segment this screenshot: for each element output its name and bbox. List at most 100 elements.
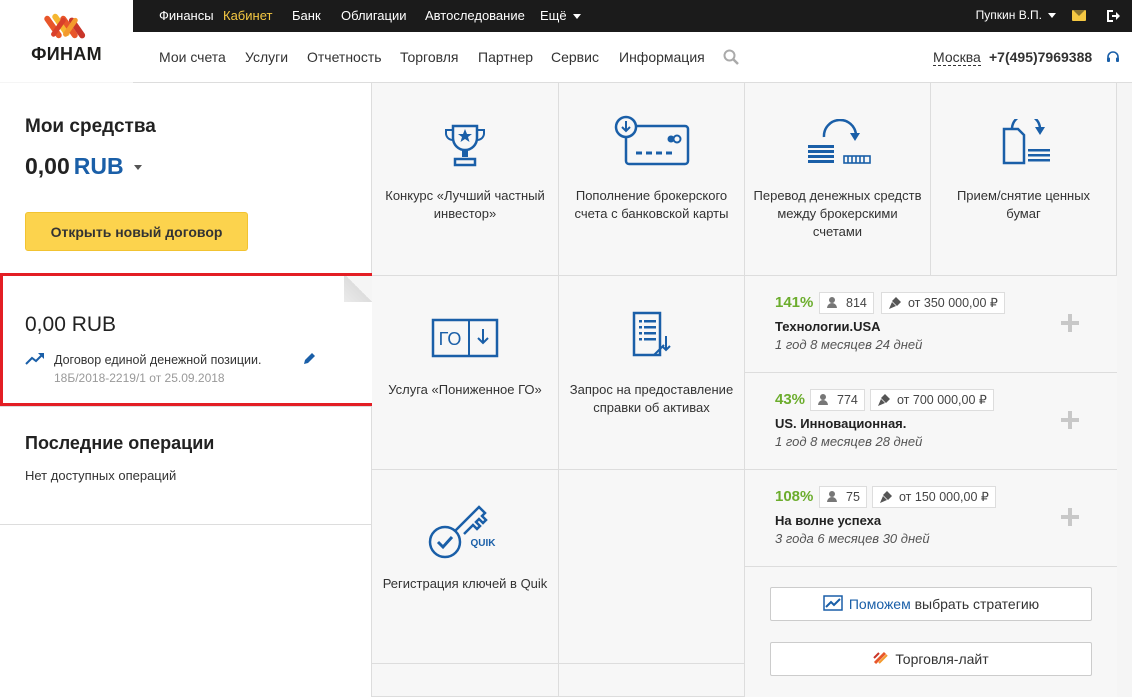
finam-logo[interactable]: ФИНАМ bbox=[0, 0, 133, 82]
strategy-subscribers: 774 bbox=[810, 389, 865, 411]
plug-icon bbox=[880, 491, 892, 503]
topnav-more[interactable]: Ещё bbox=[540, 8, 581, 23]
finam-logo-icon bbox=[44, 13, 86, 39]
plus-icon[interactable] bbox=[1061, 314, 1079, 332]
strategy-subscribers: 75 bbox=[819, 486, 867, 508]
recent-operations-title: Последние операции bbox=[25, 433, 215, 453]
topnav-bank[interactable]: Банк bbox=[292, 8, 321, 23]
user-menu[interactable]: Пупкин В.П. bbox=[976, 8, 1056, 22]
tile-reduced-go-label: Услуга «Пониженное ГО» bbox=[388, 382, 542, 397]
help-highlight: Поможем bbox=[848, 596, 911, 612]
help-choose-strategy-button[interactable]: Поможем выбрать стратегию bbox=[770, 587, 1092, 621]
search-icon[interactable] bbox=[723, 49, 739, 65]
strategy-return: 141% bbox=[775, 294, 814, 311]
user-icon bbox=[827, 491, 837, 502]
strategy-card[interactable]: 108% 75 от 150 000,00 ₽ На волне успеха … bbox=[745, 470, 1117, 567]
tile-contest[interactable]: Конкурс «Лучший частный инвестор» bbox=[372, 83, 559, 276]
strategy-name: На волне успеха bbox=[775, 513, 882, 528]
nav-partner[interactable]: Партнер bbox=[478, 49, 533, 65]
nav-info[interactable]: Информация bbox=[619, 49, 705, 65]
min-amount-value: от 150 000,00 ₽ bbox=[899, 490, 989, 504]
tile-contest-label: Конкурс «Лучший частный инвестор» bbox=[385, 188, 545, 221]
mail-icon[interactable] bbox=[1072, 10, 1086, 21]
no-operations-text: Нет доступных операций bbox=[25, 468, 177, 483]
strategy-min-amount: от 350 000,00 ₽ bbox=[881, 292, 1005, 314]
user-icon bbox=[827, 297, 837, 308]
tile-quik-keys[interactable]: QUIK Регистрация ключей в Quik bbox=[372, 470, 559, 664]
strategy-duration: 3 года 6 месяцев 30 дней bbox=[775, 531, 930, 546]
contract-number: 18Б/2018-2219/1 от 25.09.2018 bbox=[54, 371, 225, 385]
nav-services[interactable]: Услуги bbox=[245, 49, 288, 65]
trading-lite-label: Торговля-лайт bbox=[895, 651, 989, 667]
divider bbox=[0, 524, 372, 525]
tile-empty bbox=[372, 664, 559, 697]
strategy-min-amount: от 700 000,00 ₽ bbox=[870, 389, 994, 411]
tile-reduced-go[interactable]: ГО Услуга «Пониженное ГО» bbox=[372, 276, 559, 470]
phone-number: +7(495)7969388 bbox=[989, 49, 1093, 65]
strategy-min-amount: от 150 000,00 ₽ bbox=[872, 486, 996, 508]
key-icon: QUIK bbox=[428, 505, 496, 559]
contract-name[interactable]: Договор единой денежной позиции. bbox=[54, 353, 261, 367]
plus-icon[interactable] bbox=[1061, 411, 1079, 429]
subscribers-count: 814 bbox=[846, 296, 867, 310]
trend-up-icon bbox=[25, 353, 44, 365]
chevron-down-icon bbox=[1048, 13, 1056, 19]
tile-transfer-label: Перевод денежных средств между брокерски… bbox=[753, 188, 922, 239]
nav-service[interactable]: Сервис bbox=[551, 49, 599, 65]
contract-card[interactable]: 0,00 RUB Договор единой денежной позиции… bbox=[0, 273, 372, 407]
nav-my-accounts[interactable]: Мои счета bbox=[159, 49, 226, 65]
city-selector[interactable]: Москва bbox=[933, 49, 981, 66]
strategy-card[interactable]: 141% 814 от 350 000,00 ₽ Технологии.USA … bbox=[745, 276, 1117, 373]
topnav-finance[interactable]: Финансы bbox=[159, 8, 214, 23]
left-panel: Мои средства 0,00 RUB Открыть новый догов… bbox=[0, 83, 375, 697]
tile-report[interactable]: Запрос на предоставление справки об акти… bbox=[559, 276, 745, 470]
tile-securities-label: Прием/снятие ценных бумаг bbox=[956, 188, 1091, 221]
main-nav: Мои счета Услуги Отчетность Торговля Пар… bbox=[133, 32, 1132, 83]
tile-report-label: Запрос на предоставление справки об акти… bbox=[569, 382, 734, 415]
tile-empty bbox=[559, 664, 745, 697]
lite-icon bbox=[873, 652, 889, 665]
logo-text: ФИНАМ bbox=[31, 44, 102, 64]
nav-trading[interactable]: Торговля bbox=[400, 49, 458, 65]
document-request-icon bbox=[632, 311, 671, 357]
help-rest: выбрать стратегию bbox=[910, 596, 1040, 612]
plus-icon[interactable] bbox=[1061, 508, 1079, 526]
tile-quik-keys-label: Регистрация ключей в Quik bbox=[382, 576, 548, 591]
chevron-down-icon bbox=[572, 14, 581, 20]
strategy-return: 43% bbox=[775, 391, 806, 408]
plug-icon bbox=[889, 297, 901, 309]
corner-fold bbox=[344, 274, 372, 302]
logout-icon[interactable] bbox=[1106, 9, 1120, 23]
tile-securities[interactable]: Прием/снятие ценных бумаг bbox=[931, 83, 1117, 276]
funds-currency: RUB bbox=[73, 153, 124, 179]
reduced-go-icon: ГО bbox=[431, 318, 499, 358]
my-funds-amount[interactable]: 0,00 RUB bbox=[25, 153, 142, 180]
strategy-card[interactable]: 43% 774 от 700 000,00 ₽ US. Инновационна… bbox=[745, 373, 1117, 470]
pencil-icon[interactable] bbox=[302, 352, 316, 366]
go-icon-text: ГО bbox=[439, 329, 462, 349]
trading-lite-button[interactable]: Торговля-лайт bbox=[770, 642, 1092, 676]
min-amount-value: от 350 000,00 ₽ bbox=[908, 296, 998, 310]
open-contract-button[interactable]: Открыть новый договор bbox=[25, 212, 248, 251]
user-icon bbox=[818, 394, 828, 405]
plug-icon bbox=[878, 394, 890, 406]
subscribers-count: 75 bbox=[846, 490, 860, 504]
topnav-bonds[interactable]: Облигации bbox=[341, 8, 406, 23]
topnav-autofollow[interactable]: Автоследование bbox=[425, 8, 525, 23]
strategy-duration: 1 год 8 месяцев 24 дней bbox=[775, 337, 923, 352]
my-funds-title: Мои средства bbox=[25, 116, 156, 137]
top-bar: Финансы Кабинет Банк Облигации Автоследо… bbox=[133, 0, 1132, 32]
tile-empty bbox=[559, 470, 745, 664]
strategy-name: US. Инновационная. bbox=[775, 416, 907, 431]
tile-topup[interactable]: Пополнение брокерского счета с банковско… bbox=[559, 83, 745, 276]
topnav-cabinet[interactable]: Кабинет bbox=[223, 8, 272, 23]
securities-icon bbox=[1002, 119, 1050, 165]
contract-amount: 0,00 RUB bbox=[25, 313, 117, 336]
strategy-subscribers: 814 bbox=[819, 292, 874, 314]
transfer-icon bbox=[807, 119, 871, 164]
nav-reports[interactable]: Отчетность bbox=[307, 49, 382, 65]
tile-transfer[interactable]: Перевод денежных средств между брокерски… bbox=[745, 83, 931, 276]
card-topup-icon bbox=[614, 115, 689, 166]
user-name: Пупкин В.П. bbox=[975, 8, 1042, 22]
headset-icon[interactable] bbox=[1106, 50, 1120, 64]
